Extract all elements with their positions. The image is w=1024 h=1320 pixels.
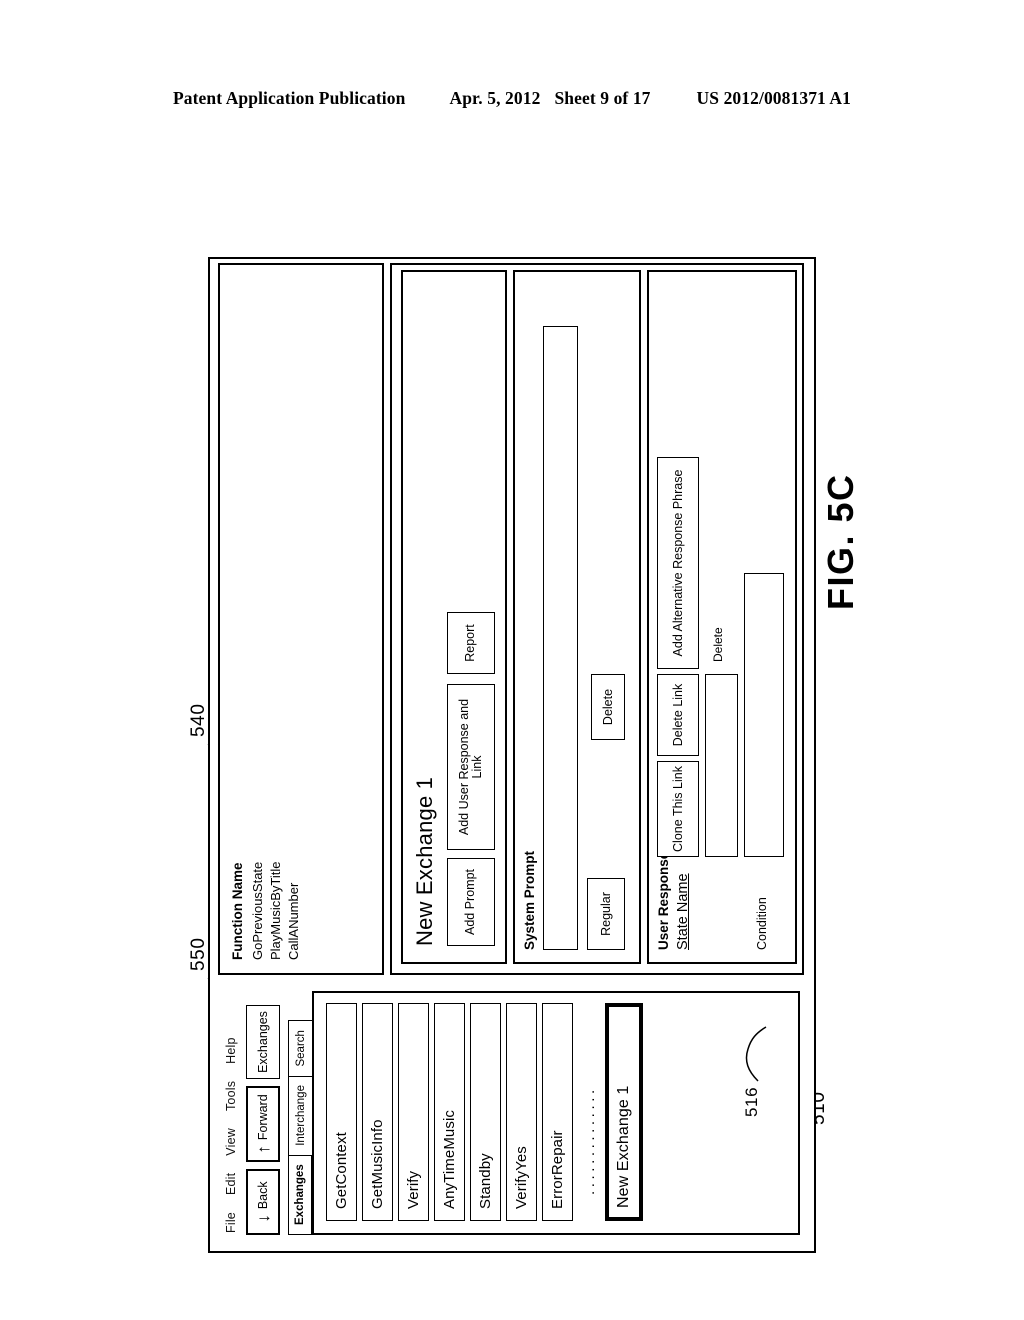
patent-number: US 2012/0081371 A1 xyxy=(696,88,851,108)
user-response-link-section: User Response and Link State Name Clone … xyxy=(647,270,797,964)
list-ellipsis: .............. xyxy=(580,1086,598,1195)
exchange-header-section: New Exchange 1 Add Prompt Add User Respo… xyxy=(401,270,507,964)
function-name-header: Function Name xyxy=(230,862,245,960)
exchanges-toolbar-button[interactable]: Exchanges xyxy=(246,1005,280,1079)
system-prompt-input[interactable] xyxy=(543,326,578,950)
leader-line-516 xyxy=(745,1026,767,1082)
clone-this-link-button[interactable]: Clone This Link xyxy=(657,761,699,857)
regular-button-label: Regular xyxy=(599,892,613,936)
exchanges-toolbar-label: Exchanges xyxy=(256,1011,270,1073)
function-list-item[interactable]: GoPreviousState xyxy=(250,862,265,960)
list-item-label: Verify xyxy=(405,1170,422,1209)
forward-button-label: Forward xyxy=(256,1094,270,1141)
right-column: Function Name GoPreviousState PlayMusicB… xyxy=(218,263,804,975)
exchange-list: GetContext GetMusicInfo Verify AnyTimeMu… xyxy=(326,1003,643,1221)
add-user-response-button[interactable]: Add User Response and Link xyxy=(447,684,495,850)
tab-interchange-label: Interchange xyxy=(295,1085,307,1146)
tab-search-label: Search xyxy=(295,1030,307,1067)
list-item[interactable]: AnyTimeMusic xyxy=(434,1003,465,1221)
add-alternative-response-phrase-button[interactable]: Add Alternative Response Phrase xyxy=(657,457,699,669)
menu-item-help[interactable]: Help xyxy=(224,1037,238,1064)
add-prompt-label: Add Prompt xyxy=(463,869,478,936)
list-item-label: New Exchange 1 xyxy=(615,1085,632,1208)
forward-button[interactable]: ↑ Forward xyxy=(246,1086,280,1162)
report-label: Report xyxy=(463,624,478,662)
list-item[interactable]: ErrorRepair xyxy=(542,1003,573,1221)
arrow-up-icon: ↑ xyxy=(253,1145,273,1154)
publication-label: Patent Application Publication xyxy=(172,88,406,108)
menu-item-tools[interactable]: Tools xyxy=(224,1081,238,1111)
arrow-down-icon: ↓ xyxy=(253,1214,273,1223)
list-item[interactable]: GetContext xyxy=(326,1003,357,1221)
reference-numeral-516: 516 xyxy=(742,1086,761,1117)
menu-item-edit[interactable]: Edit xyxy=(224,1173,238,1195)
list-item[interactable]: Verify xyxy=(398,1003,429,1221)
function-list-item[interactable]: CallANumber xyxy=(286,862,301,960)
exchange-list-panel: GetContext GetMusicInfo Verify AnyTimeMu… xyxy=(312,991,800,1235)
tab-strip: Exchanges Interchange Search xyxy=(288,1020,314,1235)
add-prompt-button[interactable]: Add Prompt xyxy=(447,858,495,946)
list-item-label: AnyTimeMusic xyxy=(441,1110,458,1209)
list-item[interactable]: Standby xyxy=(470,1003,501,1221)
left-pane: File Edit View Tools Help ↓ Back ↑ Forwa… xyxy=(218,981,804,1243)
exchange-title: New Exchange 1 xyxy=(412,776,437,946)
tab-interchange[interactable]: Interchange xyxy=(288,1075,314,1156)
system-prompt-section: System Prompt Regular Delete xyxy=(513,270,641,964)
back-button-label: Back xyxy=(256,1181,270,1210)
delete-link-label: Delete Link xyxy=(671,683,685,747)
list-item[interactable]: VerifyYes xyxy=(506,1003,537,1221)
figure-stage: 550 540 510 File Edit View Tools Help ↓ … xyxy=(188,247,832,1257)
tab-exchanges[interactable]: Exchanges xyxy=(288,1154,314,1235)
application-window: File Edit View Tools Help ↓ Back ↑ Forwa… xyxy=(208,257,816,1253)
response-delete-label[interactable]: Delete xyxy=(711,627,725,662)
condition-label: Condition xyxy=(755,897,769,950)
sheet-number: Sheet 9 of 17 xyxy=(554,88,651,108)
tab-exchanges-label: Exchanges xyxy=(294,1164,306,1225)
tab-search[interactable]: Search xyxy=(288,1020,314,1077)
list-item-label: GetContext xyxy=(333,1132,350,1209)
add-user-response-label: Add User Response and Link xyxy=(456,698,484,836)
function-name-panel: Function Name GoPreviousState PlayMusicB… xyxy=(218,263,384,975)
add-alternative-label: Add Alternative Response Phrase xyxy=(671,469,685,657)
back-button[interactable]: ↓ Back xyxy=(246,1169,280,1235)
menu-item-view[interactable]: View xyxy=(224,1128,238,1156)
report-button[interactable]: Report xyxy=(447,612,495,674)
list-item-label: ErrorRepair xyxy=(549,1130,566,1209)
menu-bar: File Edit View Tools Help xyxy=(224,1037,238,1233)
regular-button[interactable]: Regular xyxy=(587,878,625,950)
menu-item-file[interactable]: File xyxy=(224,1212,238,1233)
list-item-new-exchange-1[interactable]: New Exchange 1 xyxy=(605,1003,643,1221)
system-prompt-label: System Prompt xyxy=(522,850,537,950)
condition-input[interactable] xyxy=(744,573,784,857)
toolbar: ↓ Back ↑ Forward Exchanges xyxy=(246,1005,280,1235)
delete-link-button[interactable]: Delete Link xyxy=(657,674,699,756)
system-prompt-delete-button[interactable]: Delete xyxy=(591,674,625,740)
response-phrase-input[interactable] xyxy=(705,674,738,857)
patent-page-header: Patent Application Publication Apr. 5, 2… xyxy=(0,88,1024,109)
clone-this-link-label: Clone This Link xyxy=(671,766,685,852)
publication-date: Apr. 5, 2012 xyxy=(449,88,541,108)
state-name-label: State Name xyxy=(675,873,691,950)
function-list-item[interactable]: PlayMusicByTitle xyxy=(268,862,283,960)
function-name-list: GoPreviousState PlayMusicByTitle CallANu… xyxy=(250,862,301,960)
list-item-label: Standby xyxy=(477,1153,494,1209)
system-prompt-delete-label: Delete xyxy=(601,688,615,726)
list-item-label: VerifyYes xyxy=(513,1146,530,1209)
list-item[interactable]: GetMusicInfo xyxy=(362,1003,393,1221)
exchange-editor-panel: New Exchange 1 Add Prompt Add User Respo… xyxy=(390,263,804,975)
list-item-label: GetMusicInfo xyxy=(369,1119,386,1209)
